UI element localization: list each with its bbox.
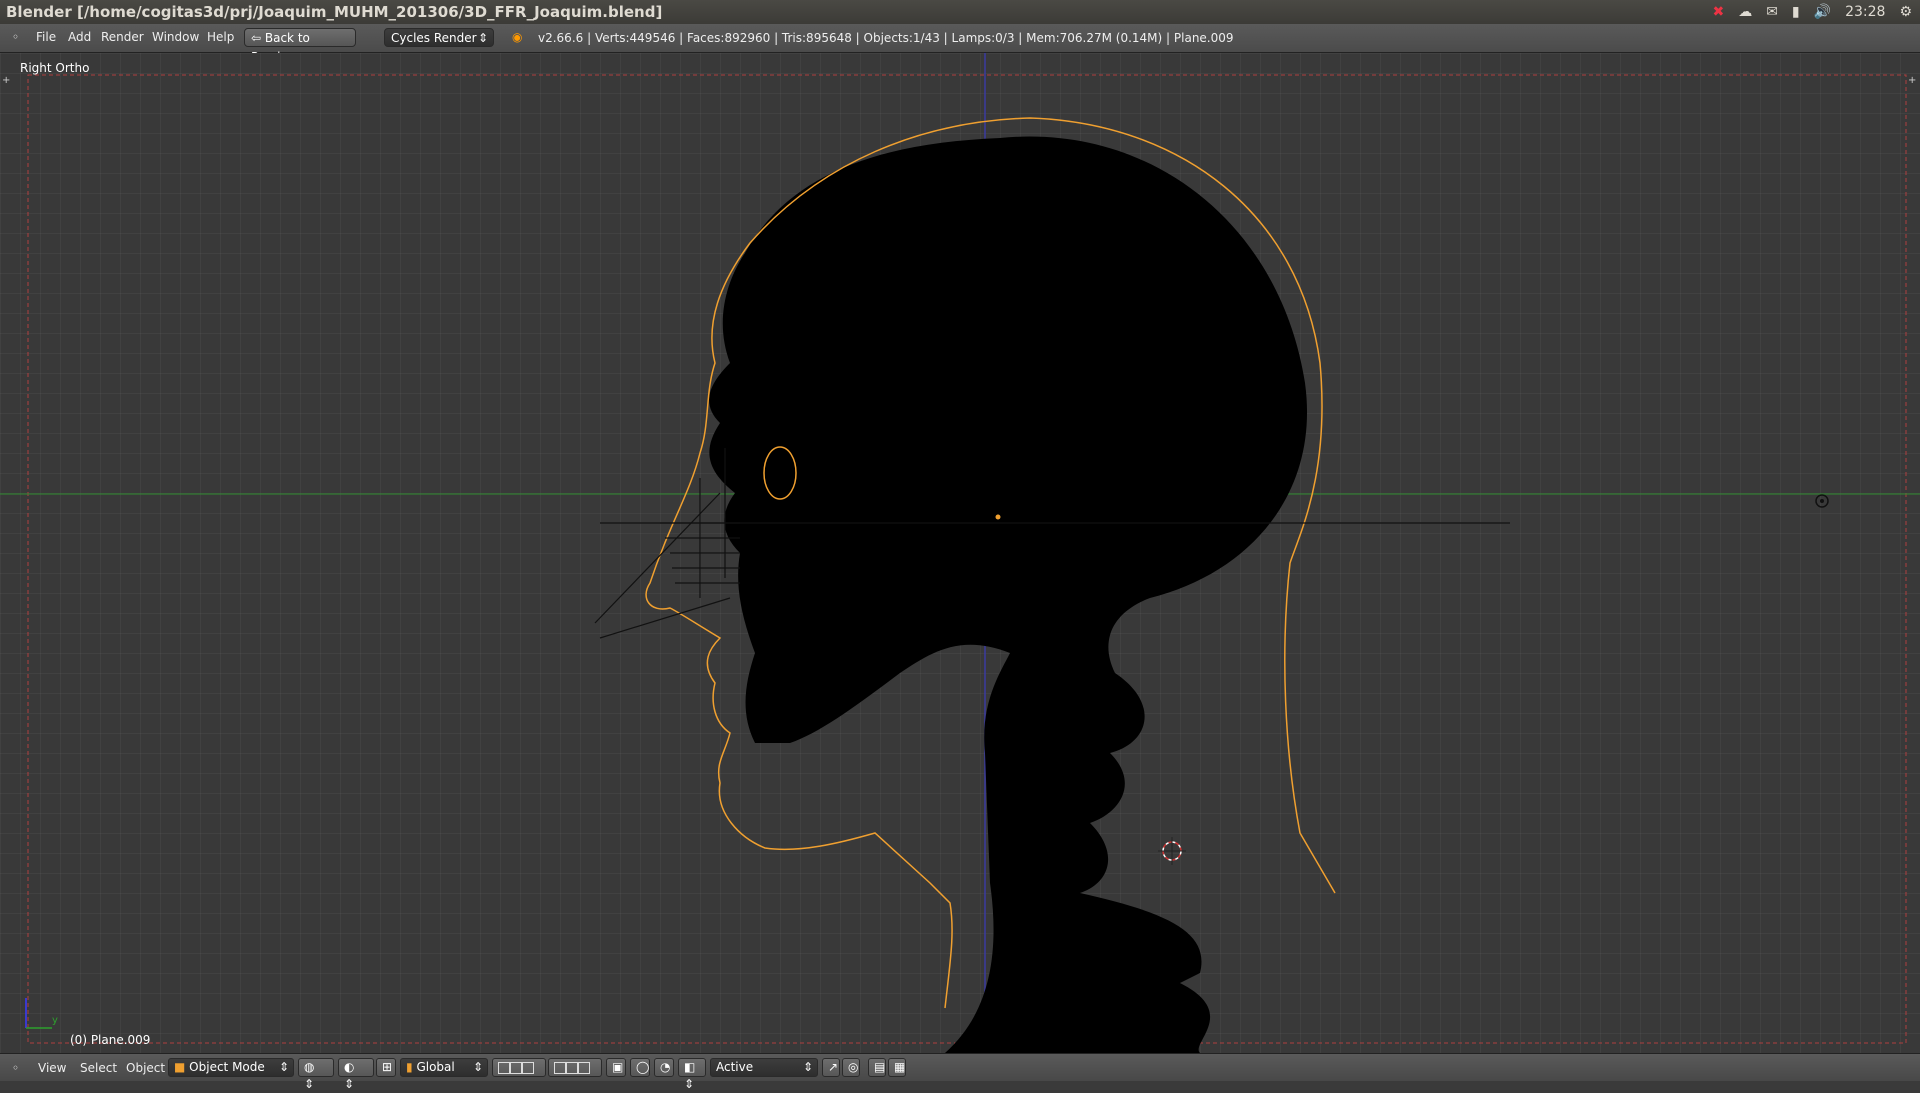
viewport-canvas[interactable]: + + [0,53,1920,1053]
render-engine-select[interactable]: Cycles Render ⇕ [384,28,494,47]
object-origin[interactable] [995,514,1001,520]
viewport-shading-select[interactable]: ◍ ⇕ [298,1058,334,1091]
title-bar: Blender [/home/cogitas3d/prj/Joaquim_MUH… [0,0,1920,24]
editor-type-icon[interactable]: ◦ [12,1061,19,1075]
lock-layers-icon[interactable]: ▣ [606,1058,626,1077]
proportional-edit-icon[interactable]: ◯ [630,1058,650,1077]
active-object-label: (0) Plane.009 [70,1033,151,1047]
updown-icon: ⇕ [278,1060,289,1074]
clock[interactable]: 23:28 [1845,0,1885,24]
lamp-icon[interactable] [1815,494,1829,508]
dropbox-icon[interactable]: ✖ [1712,0,1724,24]
cloud-icon[interactable]: ☁ [1738,0,1752,24]
back-icon: ⇦ [251,31,265,45]
network-icon[interactable]: ▮ [1792,0,1800,24]
mail-icon[interactable]: ✉ [1766,0,1778,24]
editor-type-icon[interactable]: ◦ [12,30,19,44]
menu-file[interactable]: File [36,30,56,44]
pivot-icon: ◐ [344,1060,355,1074]
gear-icon[interactable]: ⚙ [1899,0,1912,24]
axes-icon: ▮ [406,1060,413,1074]
axis-gizmo-label: y [52,1015,58,1026]
window-title: Blender [/home/cogitas3d/prj/Joaquim_MUH… [6,3,663,21]
menu-select[interactable]: Select [80,1061,117,1075]
updown-icon: ⇕ [472,1060,483,1074]
blender-logo-icon: ◉ [512,30,523,44]
snap-icon[interactable]: ◔ [654,1058,674,1077]
menu-view[interactable]: View [38,1061,66,1075]
corner-split-icon[interactable]: + [1908,75,1916,86]
render-animation-icon[interactable]: ▦ [888,1058,906,1077]
viewport-header: ◦ View Select Object ■ Object Mode ⇕ ◍ ⇕ … [0,1053,1920,1091]
menu-object[interactable]: Object [126,1061,165,1075]
manipulator-toggle[interactable]: ⊞ [376,1058,396,1077]
updown-icon: ⇕ [802,1060,813,1074]
updown-icon: ⇕ [477,31,488,45]
mode-select[interactable]: ■ Object Mode ⇕ [168,1058,294,1077]
snap-element-select[interactable]: ◧ ⇕ [678,1058,706,1091]
manipulator-icon: ⊞ [382,1060,393,1074]
snap-target-select[interactable]: Active ⇕ [710,1058,818,1077]
3d-viewport[interactable]: + + Right Ortho y (0) Plane.009 [0,53,1920,1053]
menu-help[interactable]: Help [207,30,234,44]
system-tray: ✖ ☁ ✉ ▮ 🔊 23:28 ⚙ [1712,0,1912,24]
pivot-select[interactable]: ◐ ⇕ [338,1058,374,1091]
orientation-select[interactable]: ▮ Global ⇕ [400,1058,488,1077]
layer-buttons-a[interactable] [492,1058,546,1077]
render-image-icon[interactable]: ▤ [868,1058,886,1077]
menu-add[interactable]: Add [68,30,91,44]
view-name: Right Ortho [20,61,90,75]
scene-stats: v2.66.6 | Verts:449546 | Faces:892960 | … [538,31,1234,45]
3d-cursor[interactable] [1158,837,1186,865]
back-to-previous-button[interactable]: ⇦ Back to Previous [244,28,356,64]
axis-gizmo [25,998,52,1029]
cube-icon: ■ [174,1060,186,1074]
volume-icon[interactable]: 🔊 [1814,0,1831,24]
menu-render[interactable]: Render [101,30,144,44]
align-rotation-icon[interactable]: ↗ [822,1058,840,1077]
eye-outline [763,446,797,500]
sphere-icon: ◍ [304,1060,315,1074]
skull-mesh[interactable] [709,136,1307,1053]
info-header: ◦ File Add Render Window Help ⇦ Back to … [0,24,1920,64]
corner-split-icon[interactable]: + [2,75,10,86]
layer-buttons-b[interactable] [548,1058,602,1077]
project-icon[interactable]: ◎ [842,1058,860,1077]
menu-window[interactable]: Window [152,30,199,44]
